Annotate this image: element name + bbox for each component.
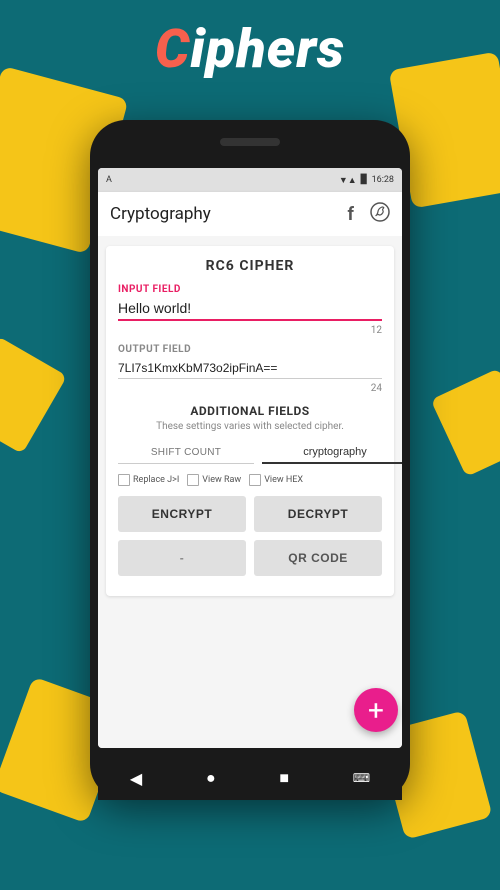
input-field[interactable] — [118, 297, 382, 321]
phone-frame: A ▼▲ ▉ 16:28 Cryptography f — [90, 120, 410, 800]
fab-button[interactable]: + — [354, 688, 398, 732]
cryptography-input[interactable] — [262, 442, 402, 464]
output-field[interactable] — [118, 358, 382, 379]
phone-speaker — [220, 138, 280, 146]
status-right: ▼▲ ▉ 16:28 — [339, 175, 394, 186]
phone-screen: A ▼▲ ▉ 16:28 Cryptography f — [98, 168, 402, 748]
additional-fields-subtitle: These settings varies with selected ciph… — [118, 421, 382, 432]
shift-count-input[interactable] — [118, 442, 254, 464]
battery-icon: ▉ — [361, 175, 368, 185]
view-raw-checkbox-item[interactable]: View Raw — [187, 474, 241, 486]
main-content: RC6 CIPHER INPUT FIELD 12 OUTPUT FIELD 2… — [98, 236, 402, 748]
output-field-label: OUTPUT FIELD — [118, 344, 382, 355]
nav-bar: ◀ ● ■ ⌨ — [98, 756, 402, 800]
view-raw-checkbox[interactable] — [187, 474, 199, 486]
view-hex-checkbox[interactable] — [249, 474, 261, 486]
checkboxes-row: Replace J>I View Raw View HEX — [118, 474, 382, 486]
qrcode-button[interactable]: QR CODE — [254, 540, 382, 576]
replace-ji-checkbox[interactable] — [118, 474, 130, 486]
encrypt-button[interactable]: ENCRYPT — [118, 496, 246, 532]
primary-buttons-row: ENCRYPT DECRYPT — [118, 496, 382, 532]
additional-fields-row — [118, 442, 382, 464]
fab-plus-icon: + — [368, 694, 384, 727]
nav-keyboard-button[interactable]: ⌨ — [353, 771, 370, 785]
view-raw-label: View Raw — [202, 475, 241, 485]
title-rest: iphers — [190, 18, 345, 81]
nav-back-button[interactable]: ◀ — [130, 769, 142, 788]
app-bar-icons: f — [348, 202, 390, 227]
signal-icon: ▼▲ — [339, 175, 357, 186]
nav-recents-button[interactable]: ■ — [279, 768, 289, 788]
whatsapp-icon[interactable] — [370, 202, 390, 227]
replace-ji-checkbox-item[interactable]: Replace J>I — [118, 474, 179, 486]
replace-ji-label: Replace J>I — [133, 475, 179, 485]
view-hex-checkbox-item[interactable]: View HEX — [249, 474, 303, 486]
decrypt-button[interactable]: DECRYPT — [254, 496, 382, 532]
status-bar: A ▼▲ ▉ 16:28 — [98, 168, 402, 192]
input-char-count: 12 — [118, 325, 382, 336]
title-c: C — [155, 18, 190, 81]
additional-fields-title: ADDITIONAL FIELDS — [118, 404, 382, 418]
cipher-card: RC6 CIPHER INPUT FIELD 12 OUTPUT FIELD 2… — [106, 246, 394, 596]
time-display: 16:28 — [372, 175, 394, 185]
output-char-count: 24 — [118, 383, 382, 394]
nav-home-button[interactable]: ● — [206, 768, 216, 788]
secondary-button[interactable]: - — [118, 540, 246, 576]
input-field-label: INPUT FIELD — [118, 284, 382, 295]
app-bar: Cryptography f — [98, 192, 402, 236]
secondary-buttons-row: - QR CODE — [118, 540, 382, 576]
facebook-icon[interactable]: f — [348, 204, 354, 225]
view-hex-label: View HEX — [264, 475, 303, 485]
card-title: RC6 CIPHER — [118, 258, 382, 274]
app-header-title: Ciphers — [0, 18, 500, 81]
app-bar-title: Cryptography — [110, 204, 211, 224]
status-left: A — [106, 175, 112, 185]
